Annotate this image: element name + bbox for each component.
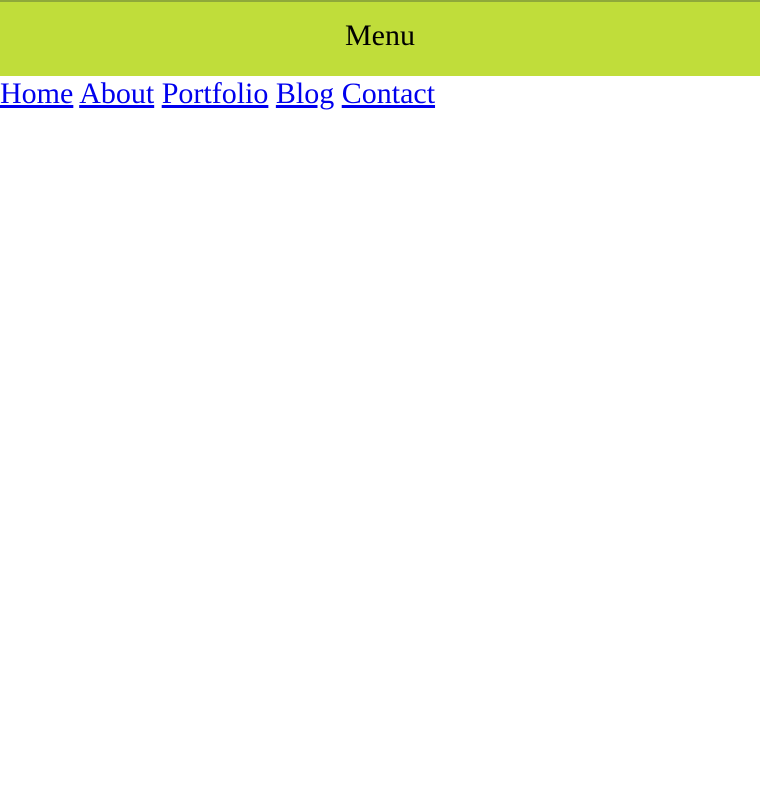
nav-link-blog[interactable]: Blog	[276, 77, 334, 110]
nav-link-contact[interactable]: Contact	[342, 77, 435, 110]
nav-link-portfolio[interactable]: Portfolio	[162, 77, 269, 110]
menu-bar[interactable]: Menu	[0, 0, 760, 76]
nav-link-about[interactable]: About	[79, 77, 154, 110]
nav-link-home[interactable]: Home	[0, 77, 73, 110]
menu-toggle-label[interactable]: Menu	[345, 21, 415, 57]
nav-links: Home About Portfolio Blog Contact	[0, 76, 760, 112]
